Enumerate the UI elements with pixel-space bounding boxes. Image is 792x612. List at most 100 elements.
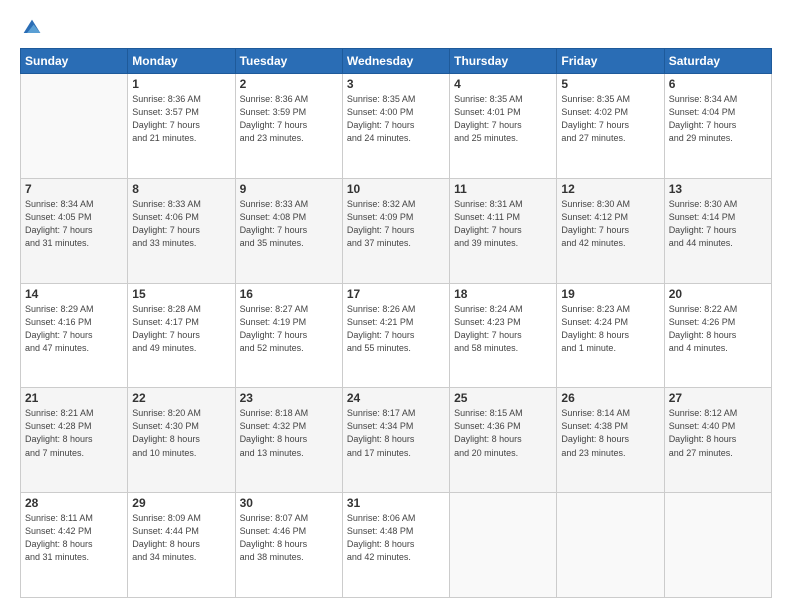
day-number: 21 [25, 391, 123, 405]
day-number: 7 [25, 182, 123, 196]
calendar-cell: 11 Sunrise: 8:31 AM Sunset: 4:11 PM Dayli… [450, 178, 557, 283]
day-info: Sunrise: 8:35 AM Sunset: 4:02 PM Dayligh… [561, 93, 659, 145]
day-number: 8 [132, 182, 230, 196]
calendar-cell: 14 Sunrise: 8:29 AM Sunset: 4:16 PM Dayli… [21, 283, 128, 388]
calendar-header-sunday: Sunday [21, 49, 128, 74]
day-info: Sunrise: 8:36 AM Sunset: 3:57 PM Dayligh… [132, 93, 230, 145]
day-number: 15 [132, 287, 230, 301]
day-number: 3 [347, 77, 445, 91]
calendar-header-monday: Monday [128, 49, 235, 74]
day-info: Sunrise: 8:15 AM Sunset: 4:36 PM Dayligh… [454, 407, 552, 459]
calendar-row-2: 14 Sunrise: 8:29 AM Sunset: 4:16 PM Dayli… [21, 283, 772, 388]
calendar-row-1: 7 Sunrise: 8:34 AM Sunset: 4:05 PM Daylig… [21, 178, 772, 283]
day-info: Sunrise: 8:24 AM Sunset: 4:23 PM Dayligh… [454, 303, 552, 355]
calendar-header-tuesday: Tuesday [235, 49, 342, 74]
calendar-cell: 1Sunrise: 8:36 AM Sunset: 3:57 PM Daylig… [128, 74, 235, 179]
day-number: 4 [454, 77, 552, 91]
day-number: 2 [240, 77, 338, 91]
day-info: Sunrise: 8:22 AM Sunset: 4:26 PM Dayligh… [669, 303, 767, 355]
day-info: Sunrise: 8:21 AM Sunset: 4:28 PM Dayligh… [25, 407, 123, 459]
day-info: Sunrise: 8:23 AM Sunset: 4:24 PM Dayligh… [561, 303, 659, 355]
day-number: 24 [347, 391, 445, 405]
day-number: 25 [454, 391, 552, 405]
day-info: Sunrise: 8:07 AM Sunset: 4:46 PM Dayligh… [240, 512, 338, 564]
day-info: Sunrise: 8:33 AM Sunset: 4:08 PM Dayligh… [240, 198, 338, 250]
day-info: Sunrise: 8:20 AM Sunset: 4:30 PM Dayligh… [132, 407, 230, 459]
logo [20, 18, 42, 38]
day-info: Sunrise: 8:11 AM Sunset: 4:42 PM Dayligh… [25, 512, 123, 564]
day-number: 11 [454, 182, 552, 196]
day-number: 30 [240, 496, 338, 510]
calendar-row-4: 28 Sunrise: 8:11 AM Sunset: 4:42 PM Dayli… [21, 493, 772, 598]
day-number: 27 [669, 391, 767, 405]
day-info: Sunrise: 8:33 AM Sunset: 4:06 PM Dayligh… [132, 198, 230, 250]
day-info: Sunrise: 8:06 AM Sunset: 4:48 PM Dayligh… [347, 512, 445, 564]
day-info: Sunrise: 8:30 AM Sunset: 4:12 PM Dayligh… [561, 198, 659, 250]
day-info: Sunrise: 8:35 AM Sunset: 4:01 PM Dayligh… [454, 93, 552, 145]
calendar-cell: 15Sunrise: 8:28 AM Sunset: 4:17 PM Dayli… [128, 283, 235, 388]
day-info: Sunrise: 8:27 AM Sunset: 4:19 PM Dayligh… [240, 303, 338, 355]
day-info: Sunrise: 8:31 AM Sunset: 4:11 PM Dayligh… [454, 198, 552, 250]
day-number: 16 [240, 287, 338, 301]
calendar-cell: 17 Sunrise: 8:26 AM Sunset: 4:21 PM Dayli… [342, 283, 449, 388]
calendar-cell: 20 Sunrise: 8:22 AM Sunset: 4:26 PM Dayli… [664, 283, 771, 388]
day-info: Sunrise: 8:35 AM Sunset: 4:00 PM Dayligh… [347, 93, 445, 145]
calendar-header-friday: Friday [557, 49, 664, 74]
page: SundayMondayTuesdayWednesdayThursdayFrid… [0, 0, 792, 612]
calendar-cell: 8 Sunrise: 8:33 AM Sunset: 4:06 PM Daylig… [128, 178, 235, 283]
day-info: Sunrise: 8:32 AM Sunset: 4:09 PM Dayligh… [347, 198, 445, 250]
calendar-cell: 12 Sunrise: 8:30 AM Sunset: 4:12 PM Dayli… [557, 178, 664, 283]
calendar-cell: 28 Sunrise: 8:11 AM Sunset: 4:42 PM Dayli… [21, 493, 128, 598]
calendar-cell: 4 Sunrise: 8:35 AM Sunset: 4:01 PM Daylig… [450, 74, 557, 179]
calendar-cell: 2 Sunrise: 8:36 AM Sunset: 3:59 PM Daylig… [235, 74, 342, 179]
day-number: 28 [25, 496, 123, 510]
day-number: 13 [669, 182, 767, 196]
calendar-row-3: 21 Sunrise: 8:21 AM Sunset: 4:28 PM Dayli… [21, 388, 772, 493]
day-number: 26 [561, 391, 659, 405]
day-number: 18 [454, 287, 552, 301]
day-number: 14 [25, 287, 123, 301]
calendar-cell: 5 Sunrise: 8:35 AM Sunset: 4:02 PM Daylig… [557, 74, 664, 179]
day-number: 9 [240, 182, 338, 196]
header [20, 18, 772, 38]
day-number: 12 [561, 182, 659, 196]
calendar-cell: 29Sunrise: 8:09 AM Sunset: 4:44 PM Dayli… [128, 493, 235, 598]
day-info: Sunrise: 8:17 AM Sunset: 4:34 PM Dayligh… [347, 407, 445, 459]
day-info: Sunrise: 8:09 AM Sunset: 4:44 PM Dayligh… [132, 512, 230, 564]
calendar-cell: 13 Sunrise: 8:30 AM Sunset: 4:14 PM Dayli… [664, 178, 771, 283]
calendar-cell: 7 Sunrise: 8:34 AM Sunset: 4:05 PM Daylig… [21, 178, 128, 283]
calendar-cell: 3 Sunrise: 8:35 AM Sunset: 4:00 PM Daylig… [342, 74, 449, 179]
day-number: 6 [669, 77, 767, 91]
calendar-cell: 19 Sunrise: 8:23 AM Sunset: 4:24 PM Dayli… [557, 283, 664, 388]
day-number: 31 [347, 496, 445, 510]
day-number: 23 [240, 391, 338, 405]
calendar-cell: 24 Sunrise: 8:17 AM Sunset: 4:34 PM Dayli… [342, 388, 449, 493]
calendar-cell: 25 Sunrise: 8:15 AM Sunset: 4:36 PM Dayli… [450, 388, 557, 493]
calendar-cell: 6Sunrise: 8:34 AM Sunset: 4:04 PM Daylig… [664, 74, 771, 179]
calendar-cell [557, 493, 664, 598]
calendar-cell: 27 Sunrise: 8:12 AM Sunset: 4:40 PM Dayli… [664, 388, 771, 493]
day-info: Sunrise: 8:30 AM Sunset: 4:14 PM Dayligh… [669, 198, 767, 250]
day-info: Sunrise: 8:29 AM Sunset: 4:16 PM Dayligh… [25, 303, 123, 355]
calendar-cell: 18 Sunrise: 8:24 AM Sunset: 4:23 PM Dayli… [450, 283, 557, 388]
day-number: 10 [347, 182, 445, 196]
day-number: 17 [347, 287, 445, 301]
day-info: Sunrise: 8:34 AM Sunset: 4:05 PM Dayligh… [25, 198, 123, 250]
calendar-cell: 9 Sunrise: 8:33 AM Sunset: 4:08 PM Daylig… [235, 178, 342, 283]
calendar-cell: 10 Sunrise: 8:32 AM Sunset: 4:09 PM Dayli… [342, 178, 449, 283]
day-info: Sunrise: 8:12 AM Sunset: 4:40 PM Dayligh… [669, 407, 767, 459]
day-info: Sunrise: 8:36 AM Sunset: 3:59 PM Dayligh… [240, 93, 338, 145]
day-number: 19 [561, 287, 659, 301]
calendar-header-saturday: Saturday [664, 49, 771, 74]
calendar-cell [21, 74, 128, 179]
calendar-cell: 21 Sunrise: 8:21 AM Sunset: 4:28 PM Dayli… [21, 388, 128, 493]
day-number: 22 [132, 391, 230, 405]
calendar-cell: 22 Sunrise: 8:20 AM Sunset: 4:30 PM Dayli… [128, 388, 235, 493]
day-info: Sunrise: 8:18 AM Sunset: 4:32 PM Dayligh… [240, 407, 338, 459]
calendar-cell [664, 493, 771, 598]
calendar-row-0: 1Sunrise: 8:36 AM Sunset: 3:57 PM Daylig… [21, 74, 772, 179]
calendar-header-wednesday: Wednesday [342, 49, 449, 74]
day-number: 20 [669, 287, 767, 301]
day-number: 5 [561, 77, 659, 91]
day-info: Sunrise: 8:26 AM Sunset: 4:21 PM Dayligh… [347, 303, 445, 355]
